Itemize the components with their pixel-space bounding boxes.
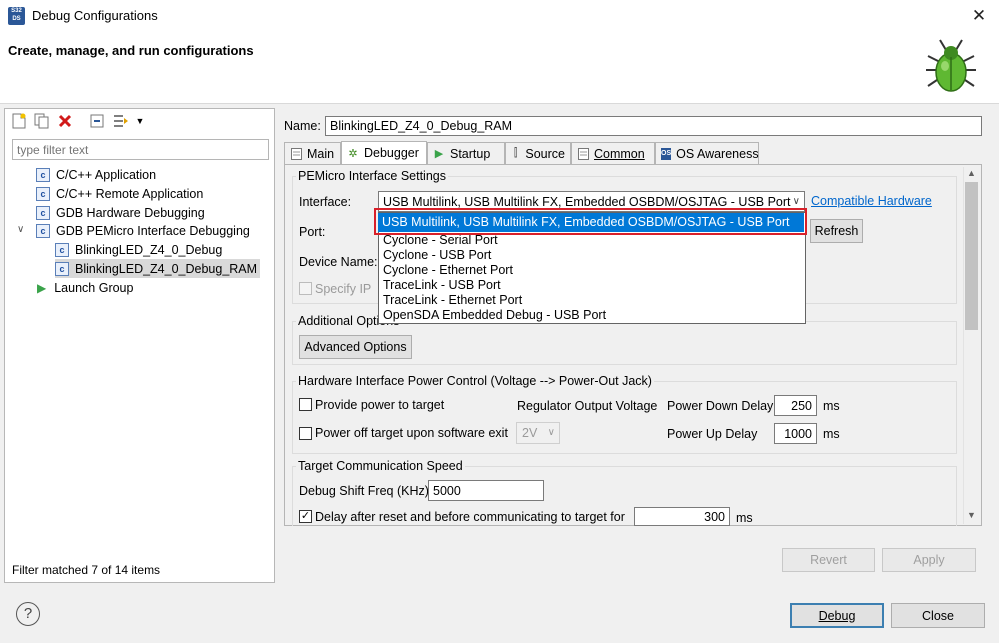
power-up-delay-input[interactable]: 1000 — [774, 423, 817, 444]
tab-main[interactable]: Main — [284, 142, 341, 164]
source-icon: ⫿ — [513, 147, 518, 159]
power-up-delay-label: Power Up Delay — [667, 427, 758, 441]
power-control-group — [292, 381, 957, 454]
provide-power-checkbox[interactable] — [299, 398, 312, 411]
common-tab-icon — [577, 147, 589, 160]
advanced-options-button[interactable]: Advanced Options — [299, 335, 412, 359]
bug-icon: ✲ — [348, 147, 358, 160]
c-config-icon: c — [36, 167, 50, 182]
interface-label: Interface: — [299, 195, 352, 209]
chevron-down-icon: ∨ — [547, 427, 555, 438]
duplicate-icon[interactable] — [33, 112, 51, 130]
tree-item-launch-group[interactable]: ▶ Launch Group — [36, 278, 133, 297]
shift-freq-label: Debug Shift Freq (KHz) — [299, 484, 429, 498]
filter-icon[interactable] — [112, 112, 130, 130]
scroll-thumb[interactable] — [965, 182, 978, 330]
collapse-all-icon[interactable] — [88, 112, 106, 130]
comm-speed-title: Target Communication Speed — [296, 459, 465, 473]
close-window-icon[interactable]: ✕ — [966, 4, 992, 28]
name-label: Name: — [284, 119, 321, 133]
tab-source[interactable]: ⫿ Source — [505, 142, 571, 164]
power-down-unit: ms — [823, 399, 840, 413]
dropdown-option[interactable]: OpenSDA Embedded Debug - USB Port — [383, 308, 606, 323]
power-control-title: Hardware Interface Power Control (Voltag… — [296, 374, 654, 388]
compatible-hardware-link[interactable]: Compatible Hardware — [811, 194, 932, 208]
delay-unit: ms — [736, 511, 753, 525]
window-title: Debug Configurations — [32, 8, 158, 23]
filter-input[interactable] — [12, 139, 269, 160]
tree-item-gdb-hardware-debugging[interactable]: c GDB Hardware Debugging — [36, 203, 205, 222]
tab-common[interactable]: Common — [571, 142, 655, 164]
highlight-box — [374, 208, 807, 235]
c-config-icon: c — [36, 223, 50, 238]
debug-button[interactable]: Debug — [790, 603, 884, 628]
delay-after-reset-label: Delay after reset and before communicati… — [315, 510, 625, 524]
debug-bug-icon — [926, 39, 976, 92]
delay-after-reset-checkbox[interactable]: ✓ — [299, 510, 312, 523]
main-tab-icon — [290, 147, 302, 160]
expanded-chevron-icon[interactable]: ∨ — [17, 224, 27, 235]
scroll-down-icon[interactable]: ▼ — [963, 510, 980, 524]
tree-item-blinkingled-debug[interactable]: c BlinkingLED_Z4_0_Debug — [55, 240, 222, 259]
power-up-unit: ms — [823, 427, 840, 441]
tree-item-gdb-pemicro-debugging[interactable]: c GDB PEMicro Interface Debugging — [36, 221, 250, 240]
c-config-icon: c — [36, 186, 50, 201]
new-configuration-icon[interactable] — [10, 112, 28, 130]
app-icon: S32 DS — [8, 7, 25, 25]
tab-debugger[interactable]: ✲ Debugger — [341, 141, 427, 164]
startup-arrow-icon: ▶ — [434, 148, 444, 160]
c-config-icon: c — [55, 261, 69, 276]
launch-arrow-icon: ▶ — [37, 280, 47, 295]
tab-os-awareness[interactable]: OS OS Awareness — [655, 142, 759, 164]
delay-after-reset-input[interactable]: 300 — [634, 507, 730, 526]
shift-freq-input[interactable]: 5000 — [428, 480, 544, 501]
power-down-delay-label: Power Down Delay — [667, 399, 774, 413]
c-config-icon: c — [36, 205, 50, 220]
chevron-down-icon[interactable]: ▼ — [134, 112, 146, 130]
port-label: Port: — [299, 225, 326, 239]
dropdown-option[interactable]: Cyclone - Serial Port — [383, 233, 498, 248]
tree-item-blinkingled-debug-ram[interactable]: c BlinkingLED_Z4_0_Debug_RAM — [55, 259, 261, 278]
power-down-delay-input[interactable]: 250 — [774, 395, 817, 416]
pemicro-settings-title: PEMicro Interface Settings — [296, 169, 448, 183]
tab-startup[interactable]: ▶ Startup — [427, 142, 505, 164]
filter-status: Filter matched 7 of 14 items — [12, 563, 161, 577]
power-off-checkbox[interactable] — [299, 427, 312, 440]
apply-button[interactable]: Apply — [882, 548, 976, 572]
refresh-button[interactable]: Refresh — [810, 219, 863, 243]
dropdown-option[interactable]: Cyclone - Ethernet Port — [383, 263, 513, 278]
close-button[interactable]: Close — [891, 603, 985, 628]
power-off-label: Power off target upon software exit — [315, 426, 508, 440]
regulator-voltage-select[interactable]: 2V ∨ — [516, 422, 560, 444]
dropdown-option[interactable]: Cyclone - USB Port — [383, 248, 491, 263]
chevron-down-icon: ∨ — [792, 196, 800, 207]
os-icon: OS — [661, 147, 672, 160]
revert-button[interactable]: Revert — [782, 548, 875, 572]
header-title: Create, manage, and run configurations — [8, 43, 254, 58]
tree-item-cpp-application[interactable]: c C/C++ Application — [36, 165, 156, 184]
help-icon[interactable]: ? — [16, 602, 40, 626]
delete-icon[interactable] — [56, 112, 74, 130]
dropdown-option[interactable]: TraceLink - Ethernet Port — [383, 293, 522, 308]
dropdown-option[interactable]: TraceLink - USB Port — [383, 278, 501, 293]
specify-ip-label: Specify IP — [315, 282, 372, 296]
provide-power-label: Provide power to target — [315, 398, 445, 412]
regulator-voltage-label: Regulator Output Voltage — [517, 399, 658, 413]
name-input[interactable]: BlinkingLED_Z4_0_Debug_RAM — [325, 116, 982, 136]
scroll-up-icon[interactable]: ▲ — [963, 168, 980, 182]
specify-ip-checkbox[interactable] — [299, 282, 312, 295]
device-name-label: Device Name: — [299, 255, 378, 269]
tree-item-cpp-remote-application[interactable]: c C/C++ Remote Application — [36, 184, 203, 203]
c-config-icon: c — [55, 242, 69, 257]
